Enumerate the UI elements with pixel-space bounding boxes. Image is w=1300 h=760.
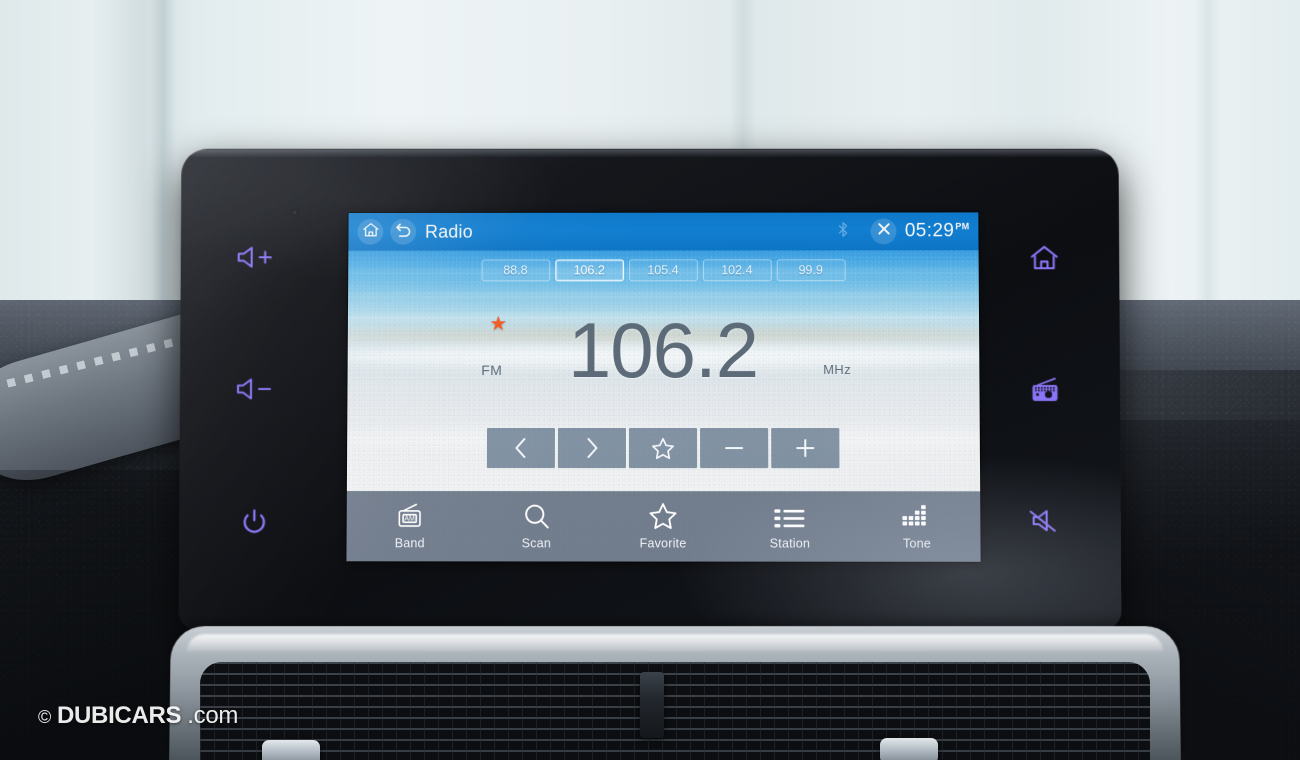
- frequency-unit-label: MHz: [823, 362, 851, 377]
- tune-down-button[interactable]: [700, 428, 768, 468]
- preset-row: 88.8 106.2 105.4 102.4 99.9: [348, 259, 979, 281]
- nav-label-station: Station: [770, 536, 811, 550]
- chevron-left-icon: [511, 436, 531, 460]
- nav-label-band: Band: [395, 536, 425, 550]
- add-favorite-button[interactable]: [629, 428, 697, 468]
- watermark-brand: DUBICARS: [57, 702, 181, 730]
- vent-knob[interactable]: [262, 740, 320, 760]
- watermark-domain: .com: [187, 702, 238, 730]
- power-button[interactable]: [241, 508, 267, 536]
- head-unit: Radio 05:29 PM 88.8 106.2 105.4 102.4 99…: [179, 149, 1122, 631]
- search-icon: [522, 502, 550, 530]
- vent-fins: [200, 662, 1150, 760]
- preset-button[interactable]: 88.8: [481, 259, 550, 281]
- home-icon-button[interactable]: [357, 219, 383, 245]
- vent-knob[interactable]: [880, 738, 938, 760]
- bottom-nav-bar: AM Band Scan Favorite Station Tone: [346, 491, 980, 562]
- left-key-column: [179, 149, 331, 631]
- nav-item-band[interactable]: AM Band: [346, 491, 473, 561]
- equalizer-icon: [902, 502, 932, 530]
- tune-up-button[interactable]: [771, 428, 839, 468]
- frequency-display: 106.2: [347, 300, 979, 400]
- nav-item-favorite[interactable]: Favorite: [600, 491, 727, 561]
- clock-time: 05:29: [905, 220, 955, 242]
- trim-highlight: [186, 634, 1163, 652]
- title-bar: Radio 05:29 PM: [348, 212, 978, 250]
- star-outline-icon: [651, 437, 675, 460]
- nav-label-scan: Scan: [522, 536, 551, 550]
- touchscreen-display[interactable]: Radio 05:29 PM 88.8 106.2 105.4 102.4 99…: [346, 212, 980, 561]
- preset-button[interactable]: 106.2: [555, 259, 624, 281]
- radio-am-icon: AM: [395, 502, 425, 530]
- now-playing: ★ FM 106.2 MHz: [347, 300, 979, 410]
- home-icon: [362, 221, 379, 242]
- home-button[interactable]: [1029, 244, 1059, 271]
- preset-button[interactable]: 105.4: [629, 259, 698, 281]
- chevron-right-icon: [582, 436, 602, 460]
- nav-item-station[interactable]: Station: [726, 491, 853, 562]
- nav-label-tone: Tone: [903, 537, 931, 551]
- plus-icon: [793, 436, 817, 460]
- minus-icon: [722, 436, 746, 460]
- control-row: [347, 428, 980, 468]
- air-vent: [200, 662, 1150, 760]
- nav-item-tone[interactable]: Tone: [853, 491, 980, 562]
- nav-item-scan[interactable]: Scan: [473, 491, 600, 561]
- wave-line: [346, 292, 980, 298]
- preset-button[interactable]: 99.9: [776, 259, 845, 281]
- list-icon: [775, 502, 805, 530]
- watermark-copyright: ©: [38, 707, 51, 728]
- close-button[interactable]: [871, 218, 897, 244]
- close-x-icon: [876, 221, 891, 241]
- next-station-button[interactable]: [558, 428, 626, 468]
- svg-text:AM: AM: [405, 516, 416, 523]
- dashboard-scene: Radio 05:29 PM 88.8 106.2 105.4 102.4 99…: [0, 0, 1300, 760]
- star-outline-icon: [648, 502, 678, 530]
- watermark: © DUBICARS .com: [38, 702, 238, 730]
- nav-label-favorite: Favorite: [640, 536, 687, 550]
- radio-button[interactable]: [1028, 376, 1062, 404]
- mute-button[interactable]: [1029, 508, 1063, 534]
- screen-title: Radio: [425, 221, 473, 242]
- right-key-column: [969, 149, 1121, 631]
- clock-meridiem: PM: [955, 221, 969, 231]
- back-arrow-icon: [395, 221, 412, 242]
- clock: 05:29 PM: [905, 220, 970, 242]
- volume-up-button[interactable]: [236, 244, 276, 270]
- back-button[interactable]: [390, 219, 416, 245]
- vent-control-tab[interactable]: [640, 672, 664, 738]
- bluetooth-icon: [838, 221, 849, 242]
- preset-button[interactable]: 102.4: [702, 259, 771, 281]
- previous-station-button[interactable]: [487, 428, 555, 468]
- volume-down-button[interactable]: [235, 376, 275, 402]
